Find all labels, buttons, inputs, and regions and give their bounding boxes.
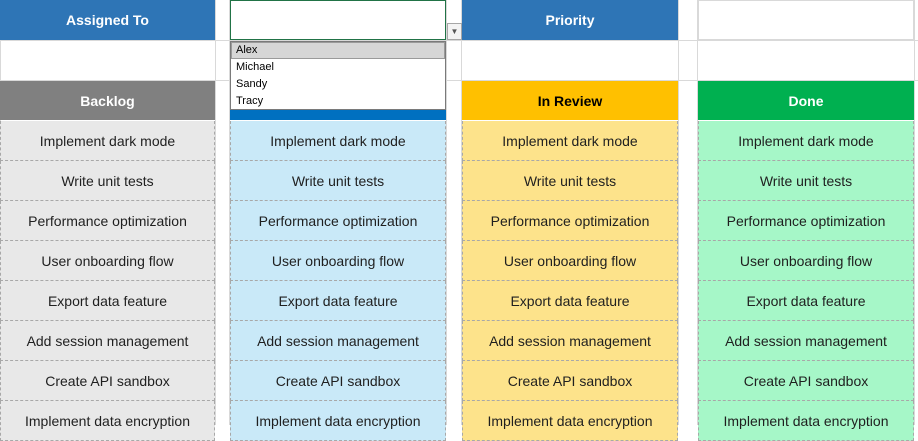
task-cell-done[interactable]: Performance optimization [698,201,914,241]
task-cell-in-review[interactable]: Create API sandbox [462,361,678,401]
task-cell-done[interactable]: Write unit tests [698,161,914,201]
task-cell-backlog[interactable]: Create API sandbox [0,361,215,401]
assigned-to-label: Assigned To [0,0,215,40]
chevron-down-icon: ▼ [450,26,459,36]
task-cell-backlog[interactable]: Implement dark mode [0,121,215,161]
assigned-to-input[interactable] [230,0,446,40]
task-cell-backlog[interactable]: User onboarding flow [0,241,215,281]
task-cell-backlog[interactable]: Implement data encryption [0,401,215,441]
task-cell-in-review[interactable]: Performance optimization [462,201,678,241]
task-cell-in-progress[interactable]: Export data feature [230,281,446,321]
priority-label: Priority [462,0,678,40]
task-cell-backlog[interactable]: Add session management [0,321,215,361]
task-cell-in-progress[interactable]: Create API sandbox [230,361,446,401]
task-cell-done[interactable]: Implement dark mode [698,121,914,161]
task-cell-in-progress[interactable]: Write unit tests [230,161,446,201]
task-cell-in-review[interactable]: Implement dark mode [462,121,678,161]
task-cell-in-review[interactable]: Implement data encryption [462,401,678,441]
task-cell-in-review[interactable]: Add session management [462,321,678,361]
gridline [914,0,915,425]
assigned-to-dropdown-list[interactable]: Alex Michael Sandy Tracy [230,41,446,110]
task-cell-in-review[interactable]: User onboarding flow [462,241,678,281]
task-cell-done[interactable]: Add session management [698,321,914,361]
dropdown-option-alex[interactable]: Alex [231,42,445,59]
task-cell-done[interactable]: Create API sandbox [698,361,914,401]
task-cell-in-progress[interactable]: Add session management [230,321,446,361]
task-cell-backlog[interactable]: Performance optimization [0,201,215,241]
dropdown-option-tracy[interactable]: Tracy [231,93,445,110]
gridline [0,40,918,41]
task-cell-backlog[interactable]: Export data feature [0,281,215,321]
task-cell-in-progress[interactable]: User onboarding flow [230,241,446,281]
dropdown-arrow-button[interactable]: ▼ [447,23,462,40]
gridline [215,0,216,425]
column-header-done: Done [698,81,914,120]
task-cell-in-progress[interactable]: Implement dark mode [230,121,446,161]
task-cell-done[interactable]: Export data feature [698,281,914,321]
gridline [446,0,447,425]
column-header-in-review: In Review [462,81,678,120]
dropdown-option-michael[interactable]: Michael [231,59,445,76]
column-header-backlog: Backlog [0,81,215,120]
priority-input[interactable] [698,0,914,40]
gridline [678,0,679,425]
task-cell-done[interactable]: Implement data encryption [698,401,914,441]
dropdown-option-sandy[interactable]: Sandy [231,76,445,93]
task-cell-in-review[interactable]: Export data feature [462,281,678,321]
task-cell-done[interactable]: User onboarding flow [698,241,914,281]
task-cell-backlog[interactable]: Write unit tests [0,161,215,201]
task-cell-in-review[interactable]: Write unit tests [462,161,678,201]
task-cell-in-progress[interactable]: Performance optimization [230,201,446,241]
task-cell-in-progress[interactable]: Implement data encryption [230,401,446,441]
